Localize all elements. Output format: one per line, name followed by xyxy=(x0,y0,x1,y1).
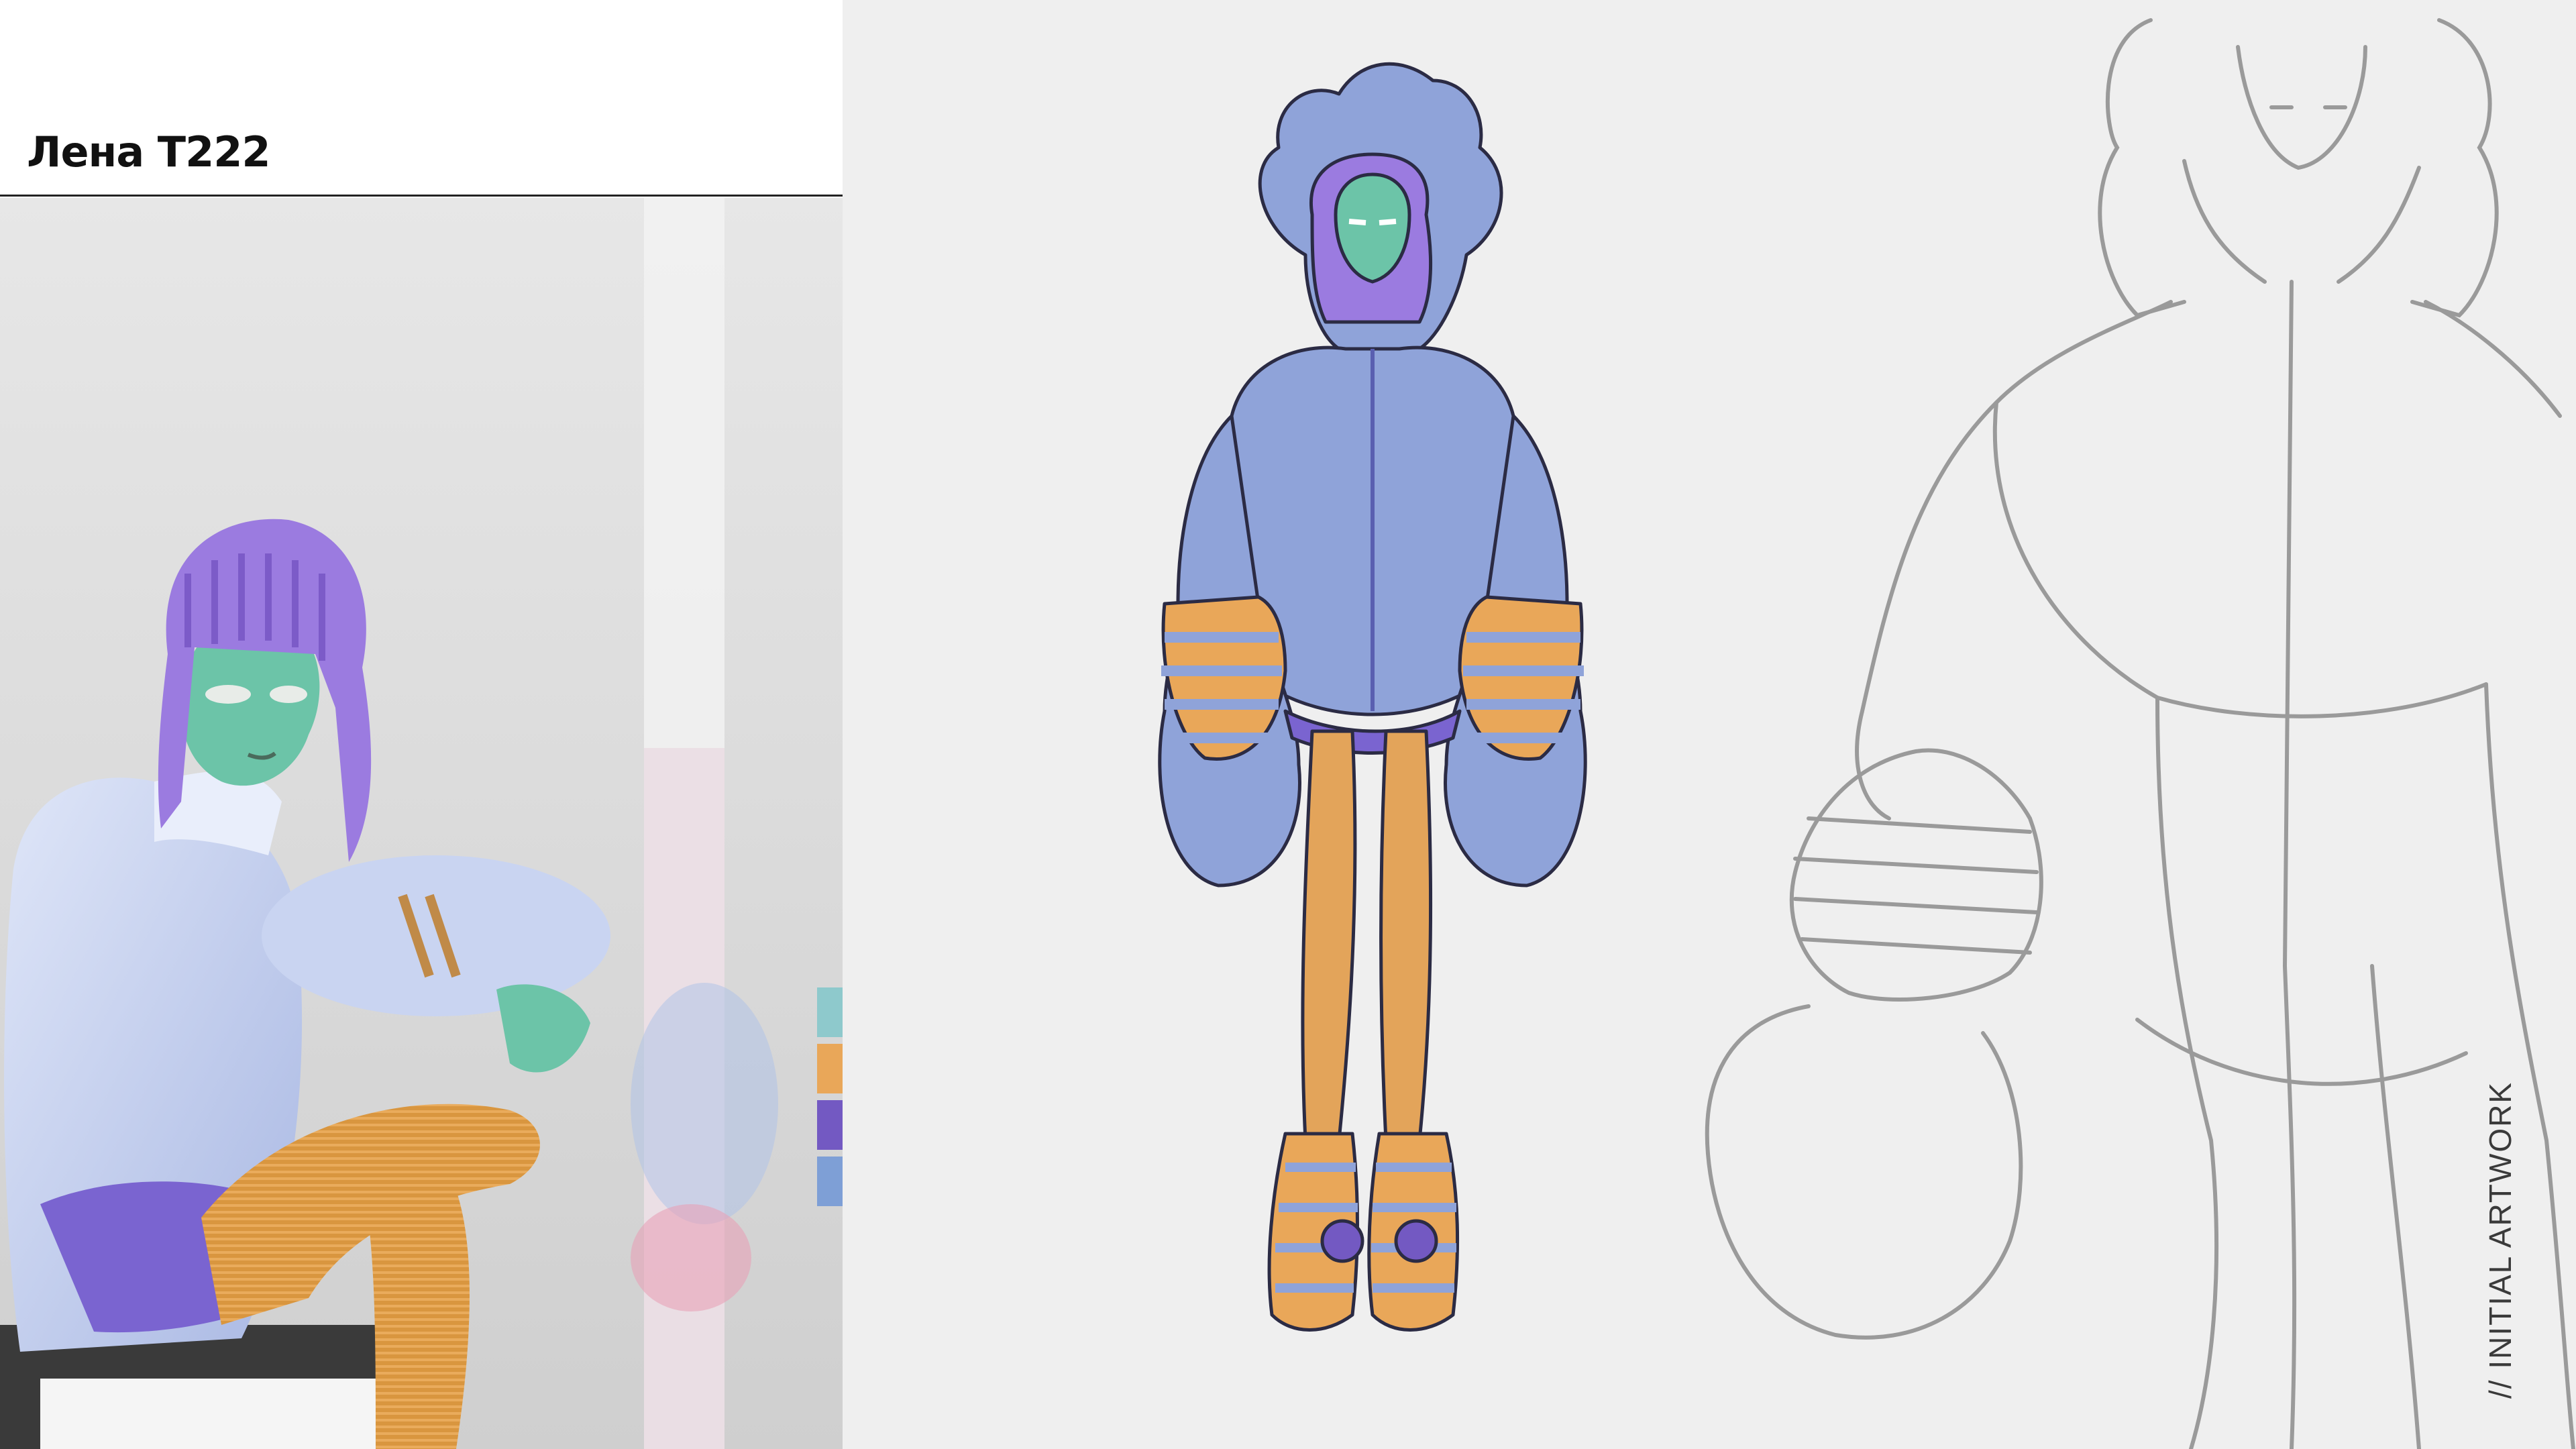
artwork-canvas xyxy=(843,0,2576,1449)
title-divider xyxy=(0,195,843,197)
page-title: Лена T222 xyxy=(27,127,271,176)
left-panel: Лена T222 xyxy=(0,0,843,1449)
flower-button-icon xyxy=(1320,1219,1364,1263)
render-image xyxy=(0,198,843,1449)
render-illustration xyxy=(0,198,843,1449)
artwork-svg xyxy=(843,0,2576,1449)
side-caption: // INITIAL ARTWORK xyxy=(2483,1081,2518,1399)
